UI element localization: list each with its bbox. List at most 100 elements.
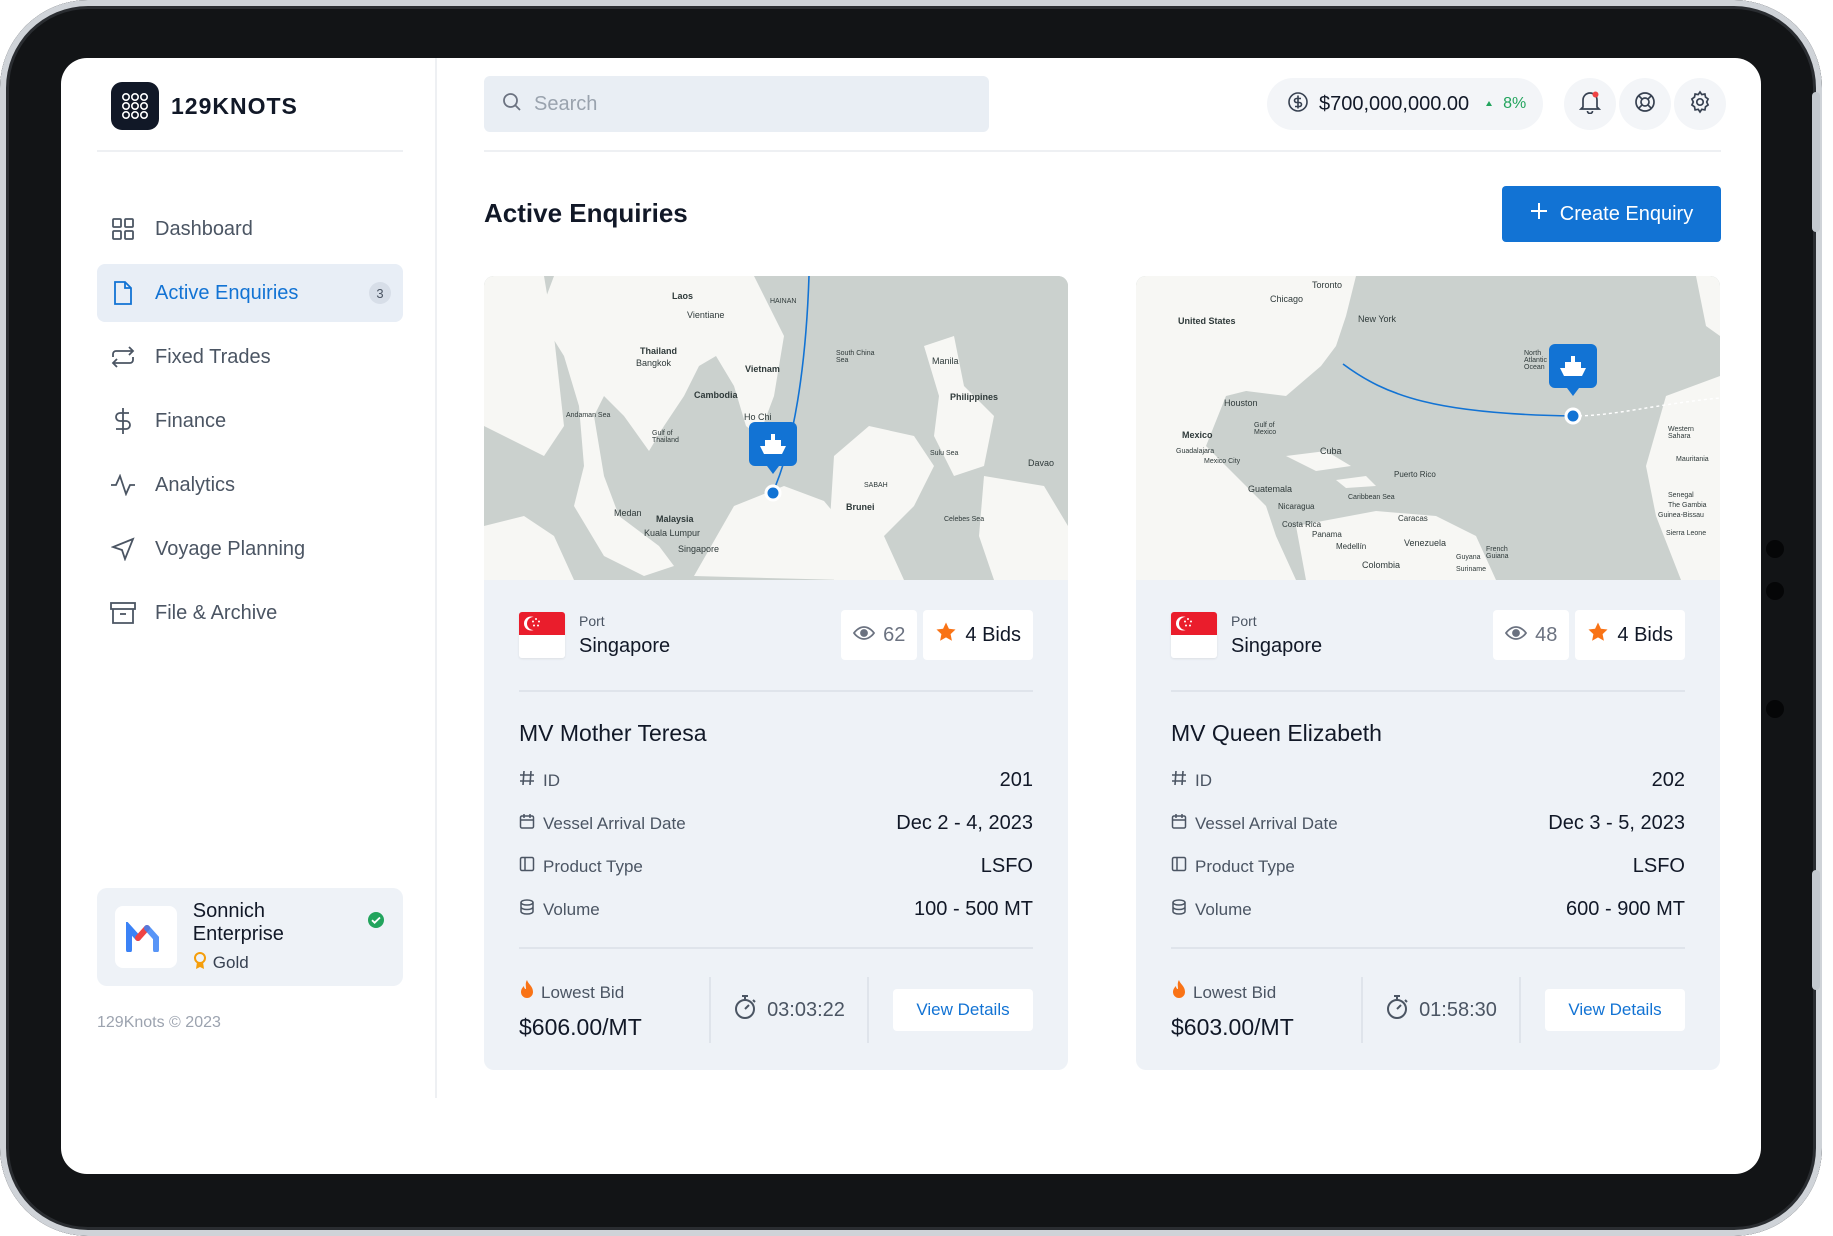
sidebar-item-file-archive[interactable]: File & Archive (97, 584, 403, 642)
countdown-timer: 01:58:30 (1363, 994, 1519, 1026)
notifications-button[interactable] (1564, 78, 1616, 130)
app-logo[interactable]: 129KNOTS (111, 82, 298, 130)
create-enquiry-button[interactable]: Create Enquiry (1502, 186, 1721, 242)
archive-icon (109, 599, 137, 627)
fire-icon (1171, 979, 1187, 1006)
route-map[interactable]: United States Chicago Toronto New York H… (1136, 276, 1720, 580)
detail-row-id: ID 201 (519, 759, 1033, 802)
sidebar-item-label: Fixed Trades (155, 345, 271, 368)
stopwatch-icon (733, 994, 757, 1026)
map-label: Gulf of Mexico (1254, 422, 1277, 436)
map-label: Andaman Sea (566, 412, 611, 419)
port-row: Port Singapore 62 4 Bids (519, 580, 1033, 692)
detail-row-product: Product Type LSFO (519, 845, 1033, 888)
map-label: New York (1358, 314, 1397, 324)
arrival-value: Dec 3 - 5, 2023 (1548, 812, 1685, 834)
map-labels: Laos Vientiane Thailand Bangkok Vietnam … (484, 276, 1068, 580)
sidebar-item-active-enquiries[interactable]: Active Enquiries 3 (97, 264, 403, 322)
app-name: 129KNOTS (171, 92, 298, 119)
swap-icon (109, 343, 137, 371)
bids-value: 4 Bids (965, 623, 1021, 646)
columns-icon (519, 856, 535, 877)
page-title: Active Enquiries (484, 198, 688, 228)
port-label: Port (579, 612, 605, 629)
sidebar-item-voyage-planning[interactable]: Voyage Planning (97, 520, 403, 578)
map-label: Panama (1312, 530, 1342, 539)
views-value: 62 (883, 623, 906, 646)
columns-icon (1171, 856, 1187, 877)
enquiry-card[interactable]: United States Chicago Toronto New York H… (1136, 276, 1720, 1070)
map-label: Guinea-Bissau (1658, 512, 1704, 519)
sidebar-item-analytics[interactable]: Analytics (97, 456, 403, 514)
map-label: Toronto (1312, 280, 1343, 290)
map-label: Nicaragua (1278, 502, 1315, 511)
map-label: Sierra Leone (1666, 530, 1707, 537)
id-value: 202 (1651, 769, 1685, 791)
route-map[interactable]: Laos Vientiane Thailand Bangkok Vietnam … (484, 276, 1068, 580)
map-label: Caracas (1398, 514, 1428, 523)
map-label: French Guiana (1486, 546, 1509, 560)
map-label: Guadalajara (1176, 448, 1215, 455)
bids-count[interactable]: 4 Bids (923, 610, 1033, 660)
balance-value: $700,000,000.00 (1319, 92, 1470, 115)
settings-button[interactable] (1674, 78, 1726, 130)
map-label: Cuba (1320, 446, 1342, 456)
map-label: Sulu Sea (930, 450, 959, 457)
balance-change: 8% (1503, 95, 1527, 112)
id-value: 201 (999, 769, 1033, 791)
map-label: Laos (672, 291, 694, 301)
map-label: Mauritania (1676, 456, 1709, 463)
map-label: Malaysia (656, 514, 694, 524)
id-label: ID (543, 770, 560, 790)
document-icon (109, 279, 137, 307)
search-box[interactable] (484, 76, 989, 132)
map-labels: United States Chicago Toronto New York H… (1136, 276, 1720, 580)
volume-value: 100 - 500 MT (914, 898, 1033, 920)
support-button[interactable] (1619, 78, 1671, 130)
detail-row-arrival: Vessel Arrival Date Dec 3 - 5, 2023 (1171, 802, 1685, 845)
map-label: Guyana (1456, 554, 1481, 561)
logo-icon (111, 82, 159, 130)
bids-count[interactable]: 4 Bids (1575, 610, 1685, 660)
sidebar-item-label: Voyage Planning (155, 537, 306, 560)
view-details-button[interactable]: View Details (893, 989, 1033, 1031)
port-name: Singapore (1231, 634, 1323, 657)
sidebar-item-label: Dashboard (155, 217, 253, 240)
map-label: Philippines (950, 392, 999, 402)
hash-icon (519, 770, 535, 791)
port-name: Singapore (579, 634, 671, 657)
verified-icon (367, 911, 385, 935)
view-details-button[interactable]: View Details (1545, 989, 1685, 1031)
map-label: Medan (614, 508, 642, 518)
grid-icon (109, 215, 137, 243)
search-input[interactable] (534, 92, 954, 116)
company-logo-icon (115, 906, 177, 968)
detail-row-id: ID 202 (1171, 759, 1685, 802)
company-name: Sonnich Enterprise (192, 899, 284, 945)
arrival-value: Dec 2 - 4, 2023 (896, 812, 1033, 834)
fire-icon (519, 979, 535, 1006)
sidebar-item-label: Active Enquiries (155, 281, 299, 304)
map-label: Costa Rica (1282, 520, 1322, 529)
arrival-label: Vessel Arrival Date (1195, 813, 1338, 833)
hash-icon (1171, 770, 1187, 791)
detail-row-product: Product Type LSFO (1171, 845, 1685, 888)
dollar-coin-icon (1287, 91, 1309, 118)
port-row: Port Singapore 48 4 Bids (1171, 580, 1685, 692)
card-body: Port Singapore 62 4 Bids MV Mother Teres… (519, 580, 1033, 1070)
star-icon (1587, 621, 1609, 649)
sidebar-item-dashboard[interactable]: Dashboard (97, 200, 403, 258)
balance-widget[interactable]: $700,000,000.00 8% (1267, 78, 1543, 130)
sidebar-item-fixed-trades[interactable]: Fixed Trades (97, 328, 403, 386)
power-button (1812, 870, 1820, 990)
sidebar-item-finance[interactable]: Finance (97, 392, 403, 450)
map-label: Puerto Rico (1394, 470, 1436, 479)
product-value: LSFO (1632, 855, 1685, 877)
map-label: Vientiane (687, 310, 725, 320)
map-label: HAINAN (770, 298, 797, 305)
timer-value: 01:58:30 (1419, 998, 1497, 1021)
company-card[interactable]: Sonnich Enterprise Gold (97, 888, 403, 986)
sidebar-divider (97, 150, 403, 152)
enquiry-card[interactable]: Laos Vientiane Thailand Bangkok Vietnam … (484, 276, 1068, 1070)
footer-divider (867, 977, 869, 1043)
